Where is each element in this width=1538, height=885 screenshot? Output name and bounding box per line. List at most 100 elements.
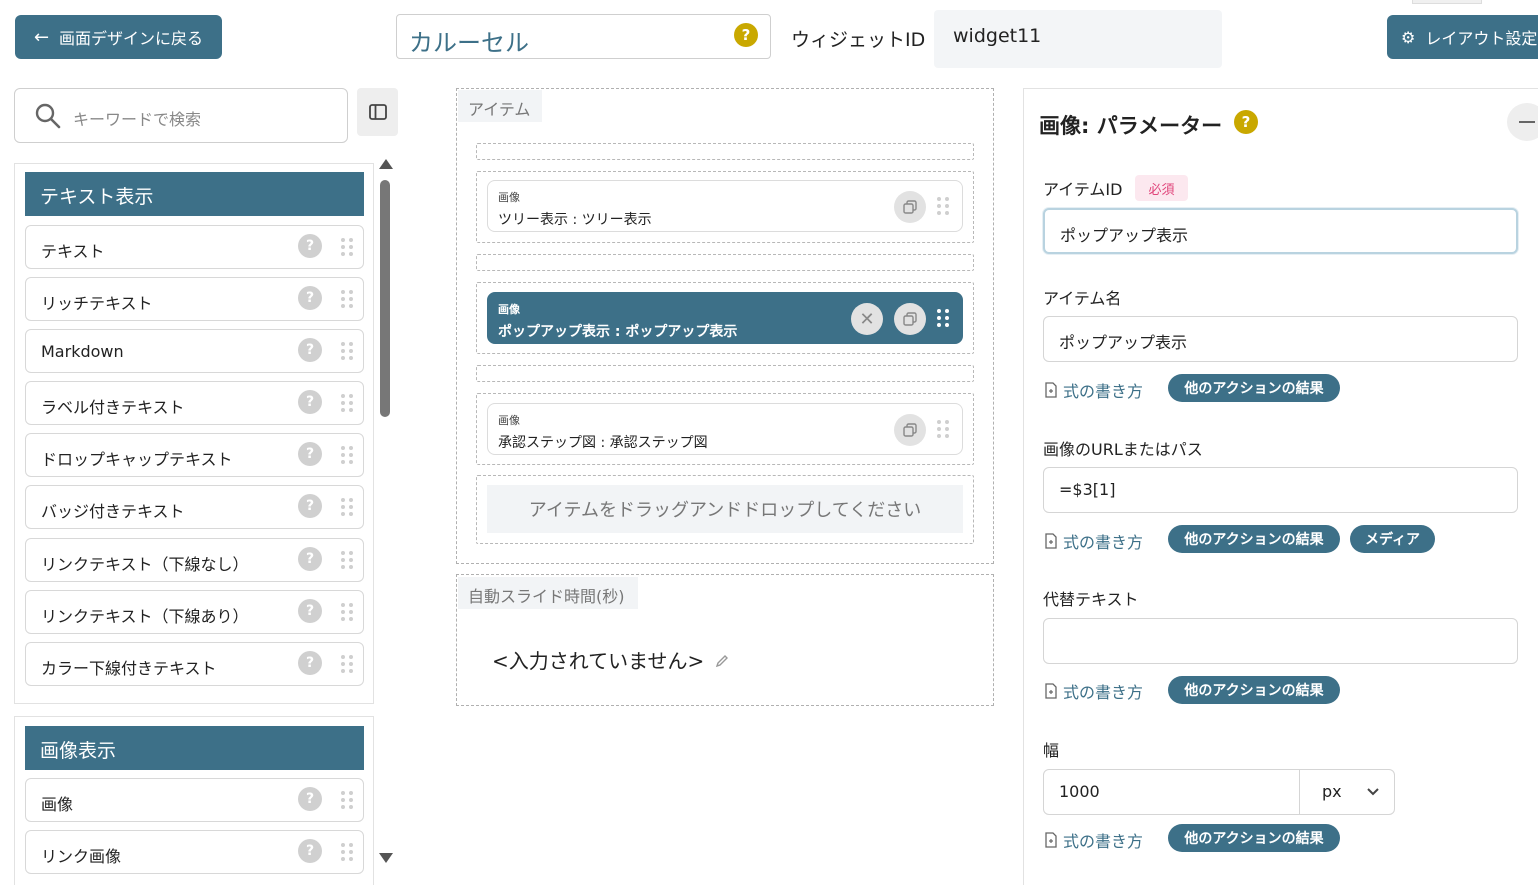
- drag-handle-icon[interactable]: [341, 551, 353, 569]
- drag-handle-icon[interactable]: [341, 446, 353, 464]
- help-icon[interactable]: ?: [298, 547, 322, 571]
- help-icon[interactable]: ?: [734, 23, 758, 47]
- top-right-tab: [1412, 0, 1482, 4]
- formula-help-link[interactable]: 式の書き方: [1045, 828, 1143, 852]
- item-id-input[interactable]: ポップアップ表示: [1043, 208, 1518, 254]
- widget-id-label: ウィジェットID: [791, 29, 926, 51]
- drag-handle-icon[interactable]: [937, 197, 949, 215]
- required-badge: 必須: [1135, 175, 1188, 201]
- item-name-value: ポップアップ表示: [1059, 333, 1188, 352]
- alt-text-input[interactable]: [1043, 618, 1518, 664]
- drag-handle-icon[interactable]: [341, 290, 353, 308]
- palette-item-label: リンクテキスト（下線なし）: [41, 555, 249, 574]
- autoslide-value[interactable]: <入力されていません>: [492, 645, 704, 674]
- help-icon[interactable]: ?: [298, 442, 322, 466]
- drop-slot[interactable]: [476, 365, 974, 382]
- arrow-left-icon: ←: [33, 26, 50, 48]
- copy-button[interactable]: [894, 303, 926, 335]
- scrollbar-thumb[interactable]: [380, 180, 390, 417]
- card-name: ポップアップ表示 : ポップアップ表示: [498, 324, 738, 340]
- palette-item[interactable]: リンクテキスト（下線あり） ?: [25, 590, 364, 634]
- formula-help-link[interactable]: 式の書き方: [1045, 679, 1143, 703]
- width-input[interactable]: 1000: [1043, 769, 1300, 815]
- copy-button[interactable]: [894, 414, 926, 446]
- card-name: ツリー表示 : ツリー表示: [498, 212, 652, 228]
- drag-handle-icon[interactable]: [341, 843, 353, 861]
- palette-item[interactable]: リンク画像 ?: [25, 830, 364, 874]
- media-label: メディア: [1364, 532, 1421, 548]
- pencil-icon[interactable]: [714, 653, 730, 669]
- drag-handle-icon[interactable]: [341, 791, 353, 809]
- palette-item[interactable]: バッジ付きテキスト ?: [25, 485, 364, 529]
- drag-handle-icon[interactable]: [341, 498, 353, 516]
- drag-handle-icon[interactable]: [937, 420, 949, 438]
- palette-group-title: 画像表示: [25, 726, 364, 770]
- palette-item[interactable]: カラー下線付きテキスト ?: [25, 642, 364, 686]
- palette-item[interactable]: ドロップキャップテキスト ?: [25, 433, 364, 477]
- other-action-result-button[interactable]: 他のアクションの結果: [1168, 676, 1340, 704]
- drag-handle-icon[interactable]: [937, 309, 949, 327]
- item-name-label: アイテム名: [1043, 289, 1122, 308]
- copy-button[interactable]: [894, 191, 926, 223]
- copy-icon: [903, 423, 917, 437]
- help-icon[interactable]: ?: [298, 839, 322, 863]
- formula-help-link[interactable]: 式の書き方: [1045, 529, 1143, 553]
- media-button[interactable]: メディア: [1350, 525, 1435, 553]
- help-icon[interactable]: ?: [298, 338, 322, 362]
- palette-item-label: カラー下線付きテキスト: [41, 659, 217, 678]
- drag-handle-icon[interactable]: [341, 603, 353, 621]
- layout-settings-button[interactable]: ⚙ レイアウト設定: [1387, 15, 1538, 59]
- help-icon[interactable]: ?: [298, 234, 322, 258]
- help-icon[interactable]: ?: [298, 494, 322, 518]
- help-icon[interactable]: ?: [298, 651, 322, 675]
- other-action-result-button[interactable]: 他のアクションの結果: [1168, 374, 1340, 402]
- scroll-down-arrow-icon[interactable]: [379, 853, 393, 863]
- palette-item-label: ドロップキャップテキスト: [41, 450, 233, 469]
- palette-item[interactable]: リンクテキスト（下線なし） ?: [25, 538, 364, 582]
- help-icon[interactable]: ?: [298, 390, 322, 414]
- other-action-result-label: 他のアクションの結果: [1184, 831, 1324, 847]
- formula-link-text: 式の書き方: [1063, 533, 1144, 552]
- palette-item[interactable]: 画像 ?: [25, 778, 364, 822]
- palette-item[interactable]: テキスト ?: [25, 225, 364, 269]
- item-id-value: ポップアップ表示: [1060, 226, 1189, 245]
- scroll-up-arrow-icon[interactable]: [379, 159, 393, 169]
- url-input[interactable]: =$3[1]: [1043, 467, 1518, 513]
- drop-hint-text: アイテムをドラッグアンドドロップしてください: [528, 500, 922, 521]
- other-action-result-button[interactable]: 他のアクションの結果: [1168, 824, 1340, 852]
- other-action-result-label: 他のアクションの結果: [1184, 683, 1324, 699]
- help-icon[interactable]: ?: [298, 599, 322, 623]
- carousel-item-card[interactable]: 画像 承認ステップ図 : 承認ステップ図: [487, 403, 963, 455]
- help-icon[interactable]: ?: [298, 286, 322, 310]
- widget-id-field[interactable]: widget11: [934, 10, 1222, 68]
- drop-slot[interactable]: [476, 143, 974, 160]
- help-icon[interactable]: ?: [298, 787, 322, 811]
- document-icon: [1045, 832, 1057, 848]
- search-placeholder: キーワードで検索: [73, 110, 202, 129]
- formula-help-link[interactable]: 式の書き方: [1045, 378, 1143, 402]
- remove-button[interactable]: ✕: [851, 303, 883, 335]
- palette-scrollbar[interactable]: [376, 156, 394, 868]
- widget-type-field[interactable]: カルーセル ?: [396, 14, 771, 59]
- other-action-result-button[interactable]: 他のアクションの結果: [1168, 525, 1340, 553]
- drag-handle-icon[interactable]: [341, 238, 353, 256]
- chevron-down-icon: [1367, 788, 1379, 796]
- back-to-screen-design-button[interactable]: ← 画面デザインに戻る: [15, 15, 222, 59]
- drag-handle-icon[interactable]: [341, 394, 353, 412]
- sidebar-toggle-button[interactable]: [357, 88, 398, 136]
- search-box[interactable]: キーワードで検索: [14, 88, 348, 143]
- width-unit-select[interactable]: px: [1299, 769, 1395, 815]
- item-name-input[interactable]: ポップアップ表示: [1043, 316, 1518, 362]
- drag-handle-icon[interactable]: [341, 342, 353, 360]
- drop-slot[interactable]: [476, 254, 974, 271]
- card-type: 画像: [498, 303, 520, 316]
- drag-handle-icon[interactable]: [341, 655, 353, 673]
- carousel-item-card-selected[interactable]: 画像 ポップアップ表示 : ポップアップ表示 ✕: [487, 292, 963, 344]
- palette-item[interactable]: リッチテキスト ?: [25, 277, 364, 321]
- help-icon[interactable]: ?: [1234, 110, 1258, 134]
- card-type: 画像: [498, 414, 520, 427]
- palette-item[interactable]: ラベル付きテキスト ?: [25, 381, 364, 425]
- carousel-item-card[interactable]: 画像 ツリー表示 : ツリー表示: [487, 180, 963, 232]
- palette-item[interactable]: Markdown ?: [25, 329, 364, 373]
- layout-settings-label: レイアウト設定: [1425, 29, 1538, 48]
